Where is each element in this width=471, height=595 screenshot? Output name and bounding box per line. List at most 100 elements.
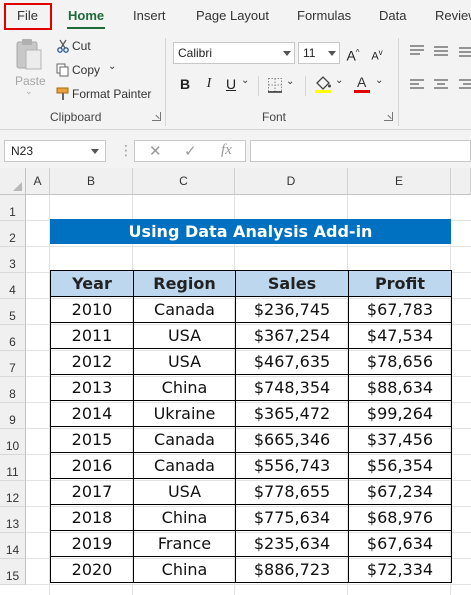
increase-font-size-button[interactable]: A^ (344, 43, 362, 64)
sales-cell[interactable]: $467,635 (235, 348, 349, 375)
paste-button[interactable]: Paste ⌄ (10, 36, 48, 98)
row-header[interactable]: 4 (0, 273, 26, 299)
year-cell[interactable]: 2018 (50, 504, 134, 531)
row-header[interactable]: 14 (0, 533, 26, 559)
borders-button[interactable]: ⌄ (267, 76, 297, 94)
year-cell[interactable]: 2019 (50, 530, 134, 557)
sales-cell[interactable]: $748,354 (235, 374, 349, 401)
year-cell[interactable]: 2020 (50, 556, 134, 583)
profit-cell[interactable]: $47,534 (348, 322, 452, 349)
profit-cell[interactable]: $67,783 (348, 296, 452, 323)
chevron-down-icon[interactable]: ⌄ (241, 75, 249, 86)
region-cell[interactable]: China (133, 374, 236, 401)
align-center-icon[interactable] (434, 79, 448, 91)
column-header-c[interactable]: C (133, 168, 235, 195)
align-top-icon[interactable] (410, 45, 424, 57)
region-cell[interactable]: USA (133, 478, 236, 505)
region-cell[interactable]: USA (133, 322, 236, 349)
profit-cell[interactable]: $72,334 (348, 556, 452, 583)
profit-cell[interactable]: $99,264 (348, 400, 452, 427)
row-header[interactable]: 13 (0, 507, 26, 533)
formula-input[interactable] (250, 140, 471, 162)
tab-home[interactable]: Home (66, 8, 106, 29)
row-header[interactable]: 2 (0, 221, 26, 247)
sales-cell[interactable]: $665,346 (235, 426, 349, 453)
profit-cell[interactable]: $67,234 (348, 478, 452, 505)
column-header-b[interactable]: B (50, 168, 133, 195)
font-size-select[interactable]: 11 (298, 42, 340, 64)
sales-cell[interactable]: $235,634 (235, 530, 349, 557)
sales-cell[interactable]: $556,743 (235, 452, 349, 479)
tab-formulas[interactable]: Formulas (297, 8, 351, 23)
row-header[interactable]: 12 (0, 481, 26, 507)
sales-cell[interactable]: $365,472 (235, 400, 349, 427)
year-cell[interactable]: 2015 (50, 426, 134, 453)
font-color-button[interactable]: A ⌄ (354, 74, 386, 95)
insert-function-icon[interactable]: fx (221, 142, 232, 159)
align-middle-icon[interactable] (434, 45, 448, 57)
row-header[interactable]: 10 (0, 429, 26, 455)
year-cell[interactable]: 2010 (50, 296, 134, 323)
tab-file[interactable]: File (17, 8, 38, 23)
column-header-e[interactable]: E (348, 168, 451, 195)
row-header[interactable]: 11 (0, 455, 26, 481)
name-box[interactable]: N23 (4, 140, 106, 162)
region-cell[interactable]: Ukraine (133, 400, 236, 427)
fill-color-button[interactable]: ⌄ (314, 75, 346, 95)
font-launcher-icon[interactable] (384, 112, 393, 121)
row-header[interactable]: 5 (0, 299, 26, 325)
clipboard-launcher-icon[interactable] (152, 112, 161, 121)
column-header-a[interactable]: A (26, 168, 50, 195)
region-cell[interactable]: France (133, 530, 236, 557)
row-header[interactable]: 6 (0, 325, 26, 351)
row-header[interactable]: 3 (0, 247, 26, 273)
sales-cell[interactable]: $886,723 (235, 556, 349, 583)
column-header-f[interactable] (451, 168, 471, 195)
region-cell[interactable]: USA (133, 348, 236, 375)
cut-button[interactable]: Cut (54, 37, 114, 55)
year-cell[interactable]: 2011 (50, 322, 134, 349)
select-all-corner[interactable] (0, 168, 26, 195)
region-cell[interactable]: Canada (133, 452, 236, 479)
header-region[interactable]: Region (133, 270, 236, 297)
sales-cell[interactable]: $778,655 (235, 478, 349, 505)
tab-page-layout[interactable]: Page Layout (196, 8, 269, 23)
profit-cell[interactable]: $88,634 (348, 374, 452, 401)
year-cell[interactable]: 2017 (50, 478, 134, 505)
profit-cell[interactable]: $68,976 (348, 504, 452, 531)
year-cell[interactable]: 2013 (50, 374, 134, 401)
profit-cell[interactable]: $37,456 (348, 426, 452, 453)
profit-cell[interactable]: $67,634 (348, 530, 452, 557)
year-cell[interactable]: 2012 (50, 348, 134, 375)
tab-insert[interactable]: Insert (133, 8, 166, 23)
bold-button[interactable]: B (176, 74, 194, 94)
italic-button[interactable]: I (200, 74, 218, 94)
sales-cell[interactable]: $367,254 (235, 322, 349, 349)
row-header[interactable]: 1 (0, 195, 26, 221)
header-profit[interactable]: Profit (348, 270, 452, 297)
row-header[interactable]: 8 (0, 377, 26, 403)
align-right-icon[interactable] (459, 79, 471, 91)
sheet-title-banner[interactable]: Using Data Analysis Add-in (50, 219, 451, 244)
cancel-icon[interactable]: ✕ (149, 142, 162, 160)
profit-cell[interactable]: $56,354 (348, 452, 452, 479)
worksheet-grid[interactable]: A B C D E 1 2 3 4 5 6 7 8 9 10 11 12 13 14 15 Using Da… (0, 168, 471, 595)
region-cell[interactable]: Canada (133, 296, 236, 323)
header-year[interactable]: Year (50, 270, 134, 297)
tab-review[interactable]: Review (435, 8, 471, 23)
header-sales[interactable]: Sales (235, 270, 349, 297)
underline-button[interactable]: U (222, 74, 240, 94)
region-cell[interactable]: Canada (133, 426, 236, 453)
copy-button[interactable]: Copy ⌄ (54, 61, 124, 79)
row-header[interactable]: 7 (0, 351, 26, 377)
sales-cell[interactable]: $236,745 (235, 296, 349, 323)
sales-cell[interactable]: $775,634 (235, 504, 349, 531)
enter-check-icon[interactable]: ✓ (184, 142, 197, 160)
year-cell[interactable]: 2016 (50, 452, 134, 479)
align-bottom-icon[interactable] (459, 45, 471, 57)
drag-handle-icon[interactable]: ⋮ (119, 142, 133, 159)
tab-data[interactable]: Data (379, 8, 406, 23)
year-cell[interactable]: 2014 (50, 400, 134, 427)
format-painter-button[interactable]: Format Painter (54, 85, 156, 103)
column-header-d[interactable]: D (235, 168, 348, 195)
